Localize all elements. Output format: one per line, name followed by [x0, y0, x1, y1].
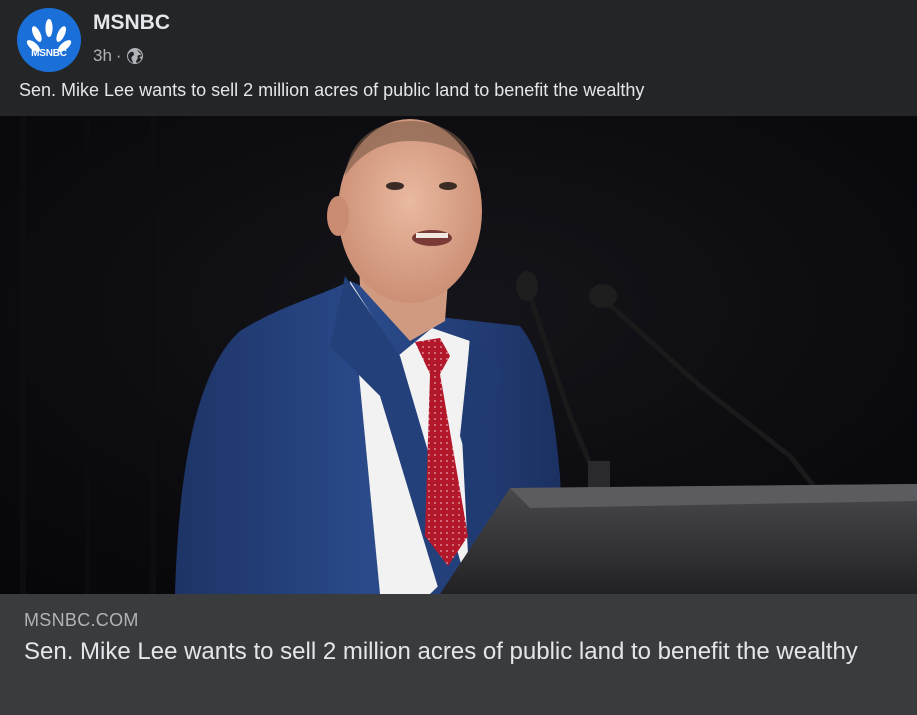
post-photo[interactable]: [0, 116, 917, 594]
post-header: MSNBC MSNBC 3h · Sen. Mike Lee wants to …: [0, 0, 917, 116]
post-caption: Sen. Mike Lee wants to sell 2 million ac…: [19, 80, 645, 100]
peacock-logo-icon: [26, 19, 72, 52]
meta-separator: ·: [115, 46, 122, 65]
post-meta: 3h ·: [93, 46, 144, 66]
post-timestamp[interactable]: 3h: [93, 46, 112, 66]
globe-icon[interactable]: [126, 47, 144, 65]
avatar-wordmark: MSNBC: [31, 48, 67, 59]
link-title[interactable]: Sen. Mike Lee wants to sell 2 million ac…: [24, 636, 904, 668]
page-name[interactable]: MSNBC: [93, 11, 170, 35]
link-domain: MSNBC.COM: [24, 610, 139, 630]
link-preview-card[interactable]: MSNBC.COM Sen. Mike Lee wants to sell 2 …: [0, 594, 917, 715]
page-avatar[interactable]: MSNBC: [17, 8, 81, 72]
